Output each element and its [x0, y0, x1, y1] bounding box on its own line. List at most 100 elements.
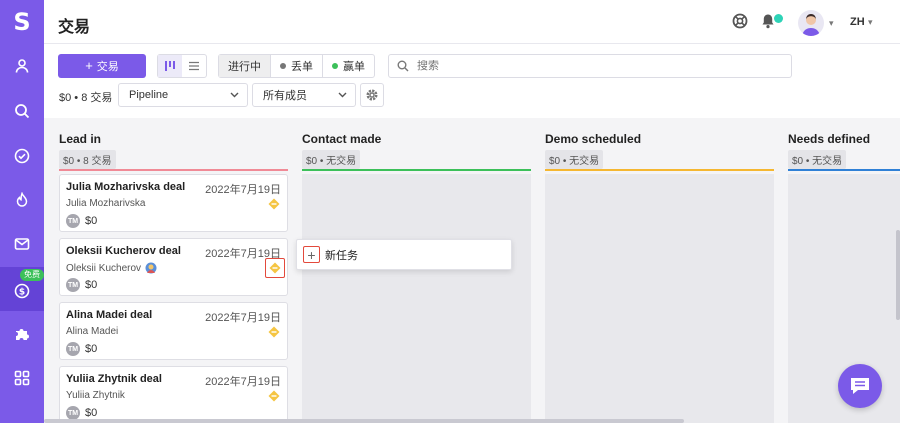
sidebar-item-integrations[interactable] — [0, 312, 44, 356]
view-toggle — [157, 54, 207, 78]
pipeline-select[interactable]: Pipeline — [118, 83, 248, 107]
add-deal-label: 交易 — [96, 61, 119, 73]
lifebuoy-icon — [732, 13, 748, 29]
dollar-icon: $ — [14, 283, 30, 299]
mail-icon — [14, 238, 30, 250]
column-title: Needs defined — [788, 132, 871, 146]
deal-title[interactable]: Oleksii Kucherov deal — [66, 245, 181, 257]
column-meta: $0 • 无交易 — [302, 150, 361, 169]
deal-title[interactable]: Yuliia Zhytnik deal — [66, 373, 162, 385]
topbar: 交易 ▾ ZH ▾ — [44, 0, 900, 44]
pipeline-settings-button[interactable] — [360, 83, 384, 107]
kanban-icon — [165, 61, 175, 71]
person-icon — [15, 59, 29, 73]
deal-contact[interactable]: Oleksii Kucherov — [66, 262, 157, 274]
puzzle-icon — [16, 329, 29, 340]
gear-icon — [366, 89, 378, 101]
sidebar-item-deals[interactable]: 免费 $ — [0, 267, 44, 311]
app-logo[interactable]: S — [0, 0, 44, 44]
column-contact-made: Contact made $0 • 无交易 — [302, 118, 531, 423]
support-button[interactable] — [732, 13, 748, 29]
sidebar: S 免费 $ — [0, 0, 44, 423]
deal-contact[interactable]: Julia Mozharivska — [66, 198, 145, 209]
deal-title[interactable]: Alina Madei deal — [66, 309, 152, 321]
new-task-label[interactable]: 新任务 — [325, 247, 358, 263]
deal-card[interactable]: Oleksii Kucherov deal 2022年7月19日 Oleksii… — [59, 238, 288, 296]
deal-title[interactable]: Julia Mozharivska deal — [66, 181, 185, 193]
contact-emoji-icon — [145, 262, 157, 274]
owner-badge: TM — [66, 342, 80, 356]
chevron-down-icon[interactable]: ▾ — [829, 18, 834, 29]
deal-contact[interactable]: Yuliia Zhytnik — [66, 390, 125, 401]
grid-icon — [14, 370, 30, 386]
warning-diamond-icon[interactable] — [268, 390, 280, 402]
deal-card[interactable]: Julia Mozharivska deal 2022年7月19日 Julia … — [59, 174, 288, 232]
column-title: Contact made — [302, 132, 382, 146]
pipeline-select-value: Pipeline — [129, 89, 169, 101]
plus-icon[interactable]: + — [303, 246, 320, 263]
column-body — [545, 174, 774, 423]
search-input[interactable] — [417, 60, 777, 72]
search-icon — [15, 104, 30, 119]
sidebar-item-search[interactable] — [0, 89, 44, 133]
chevron-down-icon — [230, 92, 239, 98]
sidebar-item-apps[interactable] — [0, 356, 44, 400]
sidebar-item-inbox[interactable] — [0, 222, 44, 266]
search-icon — [397, 60, 409, 72]
filter-label: 丢单 — [291, 61, 313, 73]
members-select-value: 所有成员 — [263, 90, 307, 102]
lost-dot-icon — [280, 63, 286, 69]
search-box — [388, 54, 792, 78]
column-meta: $0 • 无交易 — [545, 150, 604, 169]
horizontal-scrollbar[interactable] — [44, 419, 684, 423]
page-title: 交易 — [58, 19, 91, 36]
column-meta: $0 • 无交易 — [788, 150, 847, 169]
warning-diamond-icon[interactable] — [268, 326, 280, 338]
warning-diamond-icon — [269, 262, 281, 274]
notification-dot — [774, 14, 783, 23]
sidebar-item-activity[interactable] — [0, 178, 44, 222]
column-color-bar — [302, 169, 531, 171]
deal-amount: $0 — [85, 215, 98, 227]
user-avatar-icon — [802, 14, 820, 36]
language-selector[interactable]: ZH — [850, 16, 865, 28]
deal-date: 2022年7月19日 — [205, 312, 281, 324]
add-deal-button[interactable]: + 交易 — [58, 54, 146, 78]
vertical-scrollbar[interactable] — [896, 230, 900, 320]
deal-amount: $0 — [85, 407, 98, 419]
plus-icon: + — [85, 58, 93, 73]
sidebar-item-contacts[interactable] — [0, 44, 44, 88]
deal-contact[interactable]: Alina Madei — [66, 326, 118, 337]
warning-diamond-icon[interactable] — [268, 198, 280, 210]
owner-badge: TM — [66, 406, 80, 420]
deal-card[interactable]: Alina Madei deal 2022年7月19日 Alina Madei … — [59, 302, 288, 360]
owner-badge: TM — [66, 278, 80, 292]
column-demo-scheduled: Demo scheduled $0 • 无交易 — [545, 118, 774, 423]
chevron-down-icon — [338, 92, 347, 98]
kanban-view-button[interactable] — [158, 55, 182, 77]
deal-date: 2022年7月19日 — [205, 376, 281, 388]
list-icon — [189, 61, 199, 71]
column-body — [302, 174, 531, 423]
column-title: Demo scheduled — [545, 132, 642, 146]
column-meta: $0 • 8 交易 — [59, 150, 116, 169]
sidebar-item-tasks[interactable] — [0, 134, 44, 178]
chat-widget-button[interactable] — [838, 364, 882, 408]
svg-text:$: $ — [19, 288, 25, 298]
column-color-bar — [788, 169, 900, 171]
highlighted-warning-button[interactable] — [265, 258, 285, 278]
deal-card[interactable]: Yuliia Zhytnik deal 2022年7月19日 Yuliia Zh… — [59, 366, 288, 423]
column-lead-in: Lead in $0 • 8 交易 Julia Mozharivska deal… — [59, 118, 288, 423]
filter-lost[interactable]: 丢单 — [271, 55, 323, 77]
filter-in-progress[interactable]: 进行中 — [219, 55, 271, 77]
members-select[interactable]: 所有成员 — [252, 83, 356, 107]
new-task-popup[interactable]: + 新任务 — [296, 239, 512, 270]
chevron-down-icon[interactable]: ▾ — [868, 17, 873, 28]
chat-bubble-icon — [851, 378, 869, 394]
avatar[interactable] — [798, 10, 824, 36]
column-title: Lead in — [59, 132, 102, 146]
list-view-button[interactable] — [182, 55, 206, 77]
filter-won[interactable]: 赢单 — [323, 55, 374, 77]
status-filter-group: 进行中 丢单 赢单 — [218, 54, 375, 78]
deal-date: 2022年7月19日 — [205, 184, 281, 196]
